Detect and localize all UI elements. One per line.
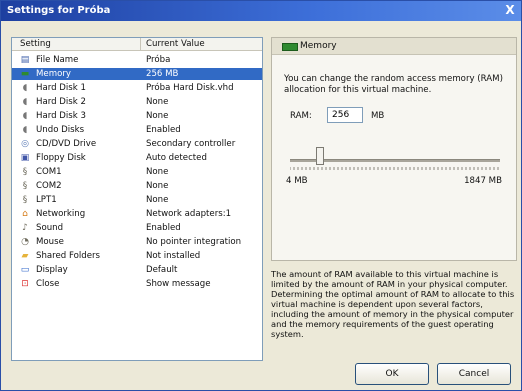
- ram-label: RAM:: [290, 111, 312, 121]
- list-item-display[interactable]: ▭ Display Default: [12, 264, 262, 276]
- undo-disk-icon: ◖: [22, 125, 28, 135]
- setting-value: Enabled: [146, 125, 181, 135]
- setting-value: None: [146, 195, 169, 205]
- ram-input[interactable]: [327, 107, 363, 123]
- port-icon: §: [22, 195, 28, 205]
- setting-label: Sound: [36, 223, 64, 233]
- setting-value: None: [146, 111, 169, 121]
- list-item-networking[interactable]: ⌂ Networking Network adapters:1: [12, 208, 262, 220]
- setting-value: Enabled: [146, 223, 181, 233]
- setting-label: CD/DVD Drive: [36, 139, 97, 149]
- close-icon: ⊡: [21, 279, 29, 289]
- ram-min-label: 4 MB: [286, 176, 308, 186]
- setting-label: Close: [36, 279, 60, 289]
- list-item-cd-dvd-drive[interactable]: ◎ CD/DVD Drive Secondary controller: [12, 138, 262, 150]
- hard-disk-icon: ◖: [22, 83, 28, 93]
- setting-label: Shared Folders: [36, 251, 101, 261]
- setting-value: Not installed: [146, 251, 201, 261]
- folder-icon: ▰: [21, 251, 29, 261]
- setting-value: Show message: [146, 279, 211, 289]
- network-icon: ⌂: [22, 209, 28, 219]
- list-item-file-name[interactable]: ▤ File Name Próba: [12, 54, 262, 66]
- settings-window: Settings for Próba X Setting Current Val…: [0, 0, 522, 391]
- setting-value: 256 MB: [146, 69, 179, 79]
- list-item-sound[interactable]: ♪ Sound Enabled: [12, 222, 262, 234]
- setting-label: Mouse: [36, 237, 64, 247]
- list-item-shared-folders[interactable]: ▰ Shared Folders Not installed: [12, 250, 262, 262]
- list-item-hard-disk-3[interactable]: ◖ Hard Disk 3 None: [12, 110, 262, 122]
- memory-panel-title: Memory: [300, 41, 337, 51]
- list-item-lpt1[interactable]: § LPT1 None: [12, 194, 262, 206]
- setting-label: Hard Disk 3: [36, 111, 86, 121]
- file-icon: ▤: [20, 55, 30, 65]
- memory-panel-header: Memory: [272, 38, 516, 55]
- setting-value: Secondary controller: [146, 139, 236, 149]
- setting-label: File Name: [36, 55, 79, 65]
- setting-value: Default: [146, 265, 178, 275]
- setting-label: Display: [36, 265, 68, 275]
- hard-disk-icon: ◖: [22, 97, 28, 107]
- setting-label: Hard Disk 2: [36, 97, 86, 107]
- mouse-icon: ◔: [21, 237, 29, 247]
- list-item-close[interactable]: ⊡ Close Show message: [12, 278, 262, 290]
- setting-value: Próba: [146, 55, 171, 65]
- list-item-mouse[interactable]: ◔ Mouse No pointer integration: [12, 236, 262, 248]
- setting-label: Memory: [36, 69, 71, 79]
- list-item-floppy-disk[interactable]: ▣ Floppy Disk Auto detected: [12, 152, 262, 164]
- list-item-com2[interactable]: § COM2 None: [12, 180, 262, 192]
- port-icon: §: [22, 181, 28, 191]
- list-item-hard-disk-2[interactable]: ◖ Hard Disk 2 None: [12, 96, 262, 108]
- current-value-column-header[interactable]: Current Value: [146, 39, 205, 49]
- ram-max-label: 1847 MB: [464, 176, 502, 186]
- window-title: Settings for Próba: [7, 5, 111, 16]
- list-item-memory[interactable]: ▬ Memory 256 MB: [12, 68, 262, 80]
- sound-icon: ♪: [22, 223, 28, 233]
- setting-label: Floppy Disk: [36, 153, 86, 163]
- memory-icon: ▬: [20, 69, 30, 79]
- list-item-hard-disk-1[interactable]: ◖ Hard Disk 1 Próba Hard Disk.vhd: [12, 82, 262, 94]
- memory-panel: Memory You can change the random access …: [271, 37, 517, 261]
- settings-list[interactable]: Setting Current Value ▤ File Name Próba ▬ Me…: [11, 37, 263, 361]
- setting-value: Network adapters:1: [146, 209, 232, 219]
- list-item-undo-disks[interactable]: ◖ Undo Disks Enabled: [12, 124, 262, 136]
- list-header: Setting Current Value: [12, 38, 262, 51]
- setting-label: Hard Disk 1: [36, 83, 86, 93]
- setting-value: No pointer integration: [146, 237, 242, 247]
- ram-slider-ticks: [290, 167, 499, 170]
- setting-value: None: [146, 167, 169, 177]
- hard-disk-icon: ◖: [22, 111, 28, 121]
- column-divider[interactable]: [140, 38, 141, 50]
- setting-label: LPT1: [36, 195, 57, 205]
- setting-label: COM2: [36, 181, 62, 191]
- cd-icon: ◎: [21, 139, 29, 149]
- setting-label: Undo Disks: [36, 125, 85, 135]
- setting-value: Próba Hard Disk.vhd: [146, 83, 234, 93]
- setting-value: None: [146, 181, 169, 191]
- memory-description: You can change the random access memory …: [284, 74, 503, 95]
- floppy-icon: ▣: [20, 153, 30, 163]
- cancel-button[interactable]: Cancel: [437, 363, 511, 385]
- setting-label: Networking: [36, 209, 86, 219]
- ram-info-text: The amount of RAM available to this virt…: [271, 269, 515, 339]
- ok-button[interactable]: OK: [355, 363, 429, 385]
- setting-label: COM1: [36, 167, 62, 177]
- display-icon: ▭: [20, 265, 30, 275]
- window-title-bar[interactable]: Settings for Próba X: [1, 1, 521, 21]
- port-icon: §: [22, 167, 28, 177]
- ram-unit: MB: [371, 111, 385, 121]
- close-window-button[interactable]: X: [503, 4, 517, 17]
- memory-icon: [282, 43, 298, 51]
- list-item-com1[interactable]: § COM1 None: [12, 166, 262, 178]
- ram-slider-thumb[interactable]: [316, 147, 324, 165]
- setting-column-header[interactable]: Setting: [20, 39, 51, 49]
- setting-value: Auto detected: [146, 153, 207, 163]
- setting-value: None: [146, 97, 169, 107]
